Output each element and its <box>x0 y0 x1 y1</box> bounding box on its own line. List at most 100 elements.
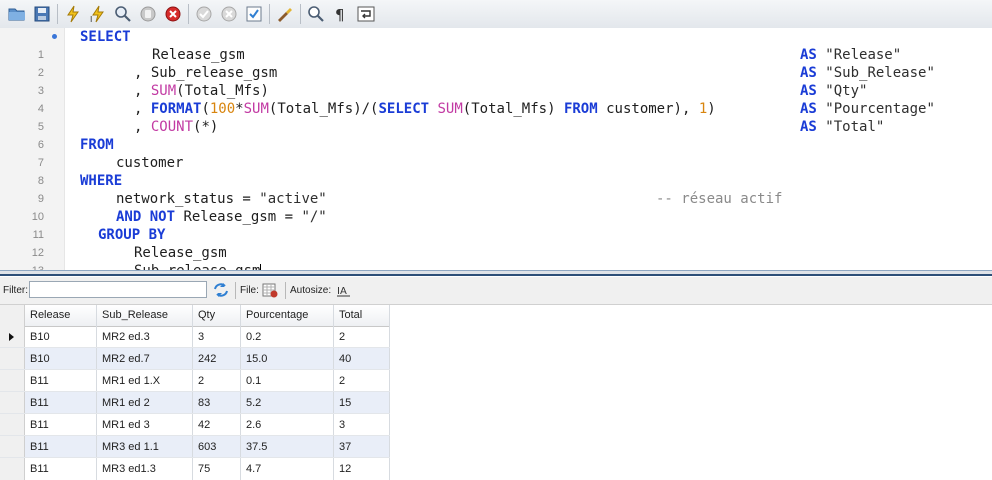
sql-punct: ) <box>707 101 716 117</box>
table-cell[interactable]: 603 <box>193 436 241 458</box>
sql-alias: "Total" <box>825 119 885 135</box>
commit-icon[interactable] <box>194 4 214 24</box>
autocommit-icon[interactable] <box>244 4 264 24</box>
column-header[interactable]: Release <box>25 305 97 326</box>
table-cell[interactable]: 2 <box>334 326 390 348</box>
table-row[interactable]: B11 MR1 ed 3 42 2.6 3 <box>0 414 390 436</box>
table-cell[interactable]: MR1 ed 3 <box>97 414 193 436</box>
table-cell[interactable]: MR3 ed 1.1 <box>97 436 193 458</box>
code-line: 12 GROUP BY <box>0 226 992 259</box>
table-cell[interactable]: B11 <box>25 436 97 458</box>
svg-text:IA: IA <box>337 286 347 297</box>
sql-keyword: AND NOT <box>116 209 176 225</box>
invisible-chars-icon[interactable]: ¶ <box>331 4 351 24</box>
table-cell[interactable]: 0.1 <box>241 370 334 392</box>
table-cell[interactable]: 12 <box>334 458 390 480</box>
sql-identifier: Sub_release_gsm <box>134 263 260 270</box>
table-cell[interactable]: MR2 ed.3 <box>97 326 193 348</box>
sql-identifier: customer), <box>597 101 699 117</box>
table-cell[interactable]: 2.6 <box>241 414 334 436</box>
table-cell[interactable]: MR2 ed.7 <box>97 348 193 370</box>
sql-comment: -- réseau actif <box>656 191 783 207</box>
table-cell[interactable]: B11 <box>25 414 97 436</box>
table-cell[interactable]: B11 <box>25 370 97 392</box>
table-cell[interactable]: B11 <box>25 392 97 414</box>
table-row[interactable]: B11 MR3 ed 1.1 603 37.5 37 <box>0 436 390 458</box>
table-row[interactable]: B11 MR3 ed1.3 75 4.7 12 <box>0 458 390 480</box>
sql-keyword: AS <box>800 119 817 135</box>
code-line: 11 AND NOT Release_gsm = "/" <box>0 208 992 241</box>
sql-number: 1 <box>698 101 708 117</box>
code-line: 8 customer <box>0 154 992 187</box>
table-cell[interactable]: 75 <box>193 458 241 480</box>
sql-identifier: Sub_release_gsm <box>150 65 278 81</box>
find-icon[interactable] <box>306 4 326 24</box>
code-line: 2 Release_gsm AS "Release" <box>0 46 992 79</box>
table-cell[interactable]: MR3 ed1.3 <box>97 458 193 480</box>
code-line: 14 Sub_release_gsm <box>0 262 992 270</box>
column-header[interactable]: Sub_Release <box>97 305 193 326</box>
table-cell[interactable]: 4.7 <box>241 458 334 480</box>
beautify-icon[interactable] <box>275 4 295 24</box>
table-row[interactable]: B10 MR2 ed.7 242 15.0 40 <box>0 348 390 370</box>
table-cell[interactable]: B10 <box>25 348 97 370</box>
autosize-icon[interactable]: IA <box>337 283 351 300</box>
table-cell[interactable]: B11 <box>25 458 97 480</box>
table-row[interactable]: B11 MR1 ed 1.X 2 0.1 2 <box>0 370 390 392</box>
table-cell[interactable]: 37 <box>334 436 390 458</box>
table-cell[interactable]: 242 <box>193 348 241 370</box>
table-cell[interactable]: 2 <box>334 370 390 392</box>
sql-punct <box>429 101 437 117</box>
table-cell[interactable]: 3 <box>334 414 390 436</box>
statement-marker-icon <box>52 34 57 39</box>
execute-current-icon[interactable]: I <box>88 4 108 24</box>
table-cell[interactable]: 15 <box>334 392 390 414</box>
sql-identifier: Release_gsm <box>134 245 227 261</box>
table-row[interactable]: B10 MR2 ed.3 3 0.2 2 <box>0 326 390 348</box>
column-header[interactable]: Qty <box>193 305 241 326</box>
stop-icon[interactable] <box>138 4 158 24</box>
sql-identifier: Release_gsm = <box>175 209 302 225</box>
sql-punct: ( <box>201 101 210 117</box>
sql-keyword: GROUP BY <box>98 227 166 243</box>
execute-icon[interactable] <box>63 4 83 24</box>
table-cell[interactable]: 0.2 <box>241 326 334 348</box>
rollback-icon[interactable] <box>219 4 239 24</box>
sql-punct: , <box>134 65 151 81</box>
table-cell[interactable]: 3 <box>193 326 241 348</box>
table-cell[interactable]: 5.2 <box>241 392 334 414</box>
column-header[interactable]: Total <box>334 305 390 326</box>
table-cell[interactable]: MR1 ed 2 <box>97 392 193 414</box>
export-file-icon[interactable] <box>262 282 278 301</box>
open-file-icon[interactable] <box>7 4 27 24</box>
table-cell[interactable]: 2 <box>193 370 241 392</box>
explain-icon[interactable] <box>113 4 133 24</box>
svg-text:¶: ¶ <box>335 6 345 22</box>
column-header[interactable]: Pourcentage <box>241 305 334 326</box>
sql-alias: "Pourcentage" <box>825 101 935 117</box>
code-line: 13 Release_gsm <box>0 244 992 270</box>
table-cell[interactable]: 83 <box>193 392 241 414</box>
table-row[interactable]: B11 MR1 ed 2 83 5.2 15 <box>0 392 390 414</box>
wrap-icon[interactable] <box>356 4 376 24</box>
table-cell[interactable]: B10 <box>25 326 97 348</box>
sql-keyword: AS <box>800 65 817 81</box>
table-cell[interactable]: 37.5 <box>241 436 334 458</box>
table-cell[interactable]: 15.0 <box>241 348 334 370</box>
refresh-icon[interactable] <box>212 281 230 302</box>
sql-keyword: AS <box>800 47 817 63</box>
sql-number: 100 <box>209 101 236 117</box>
table-cell[interactable]: MR1 ed 1.X <box>97 370 193 392</box>
save-icon[interactable] <box>32 4 52 24</box>
code-line: 1 SELECT <box>0 28 992 61</box>
sql-function: SUM <box>150 83 177 99</box>
filter-input[interactable] <box>29 281 207 298</box>
sql-editor[interactable]: 1 SELECT 2 Release_gsm AS "Release" 3 , … <box>0 28 992 270</box>
sql-identifier: (Total_Mfs) <box>462 101 564 117</box>
table-cell[interactable]: 42 <box>193 414 241 436</box>
sql-function: COUNT <box>150 119 194 135</box>
code-line: 3 , Sub_release_gsm AS "Sub_Release" <box>0 64 992 97</box>
sql-identifier: (Total_Mfs)/( <box>268 101 379 117</box>
table-cell[interactable]: 40 <box>334 348 390 370</box>
toggle-error-icon[interactable] <box>163 4 183 24</box>
